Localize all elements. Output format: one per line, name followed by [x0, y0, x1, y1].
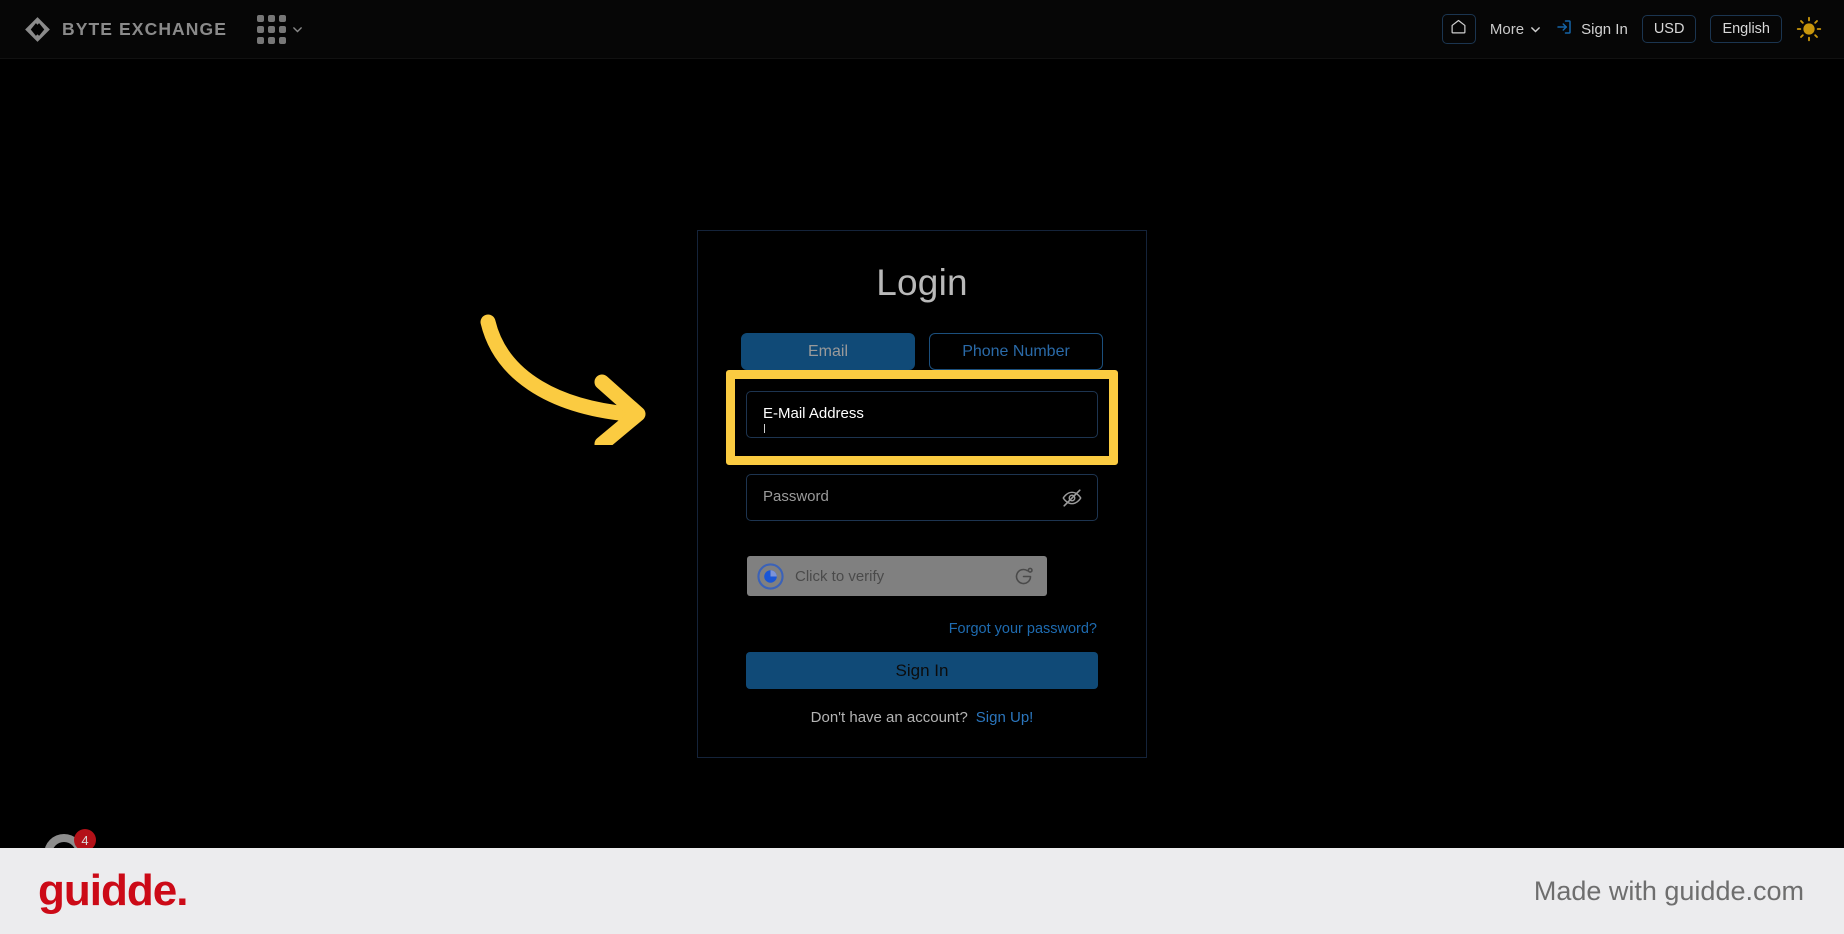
refresh-icon[interactable] — [1013, 566, 1034, 587]
eye-off-icon[interactable] — [1061, 487, 1083, 509]
page-title: Login — [876, 262, 968, 303]
diamond-code-logo-icon — [24, 16, 51, 43]
chevron-down-icon — [292, 24, 303, 35]
more-label: More — [1489, 20, 1525, 38]
sign-in-nav-button[interactable]: Sign In — [1555, 18, 1628, 40]
home-icon — [1450, 18, 1467, 40]
language-selector[interactable]: English — [1710, 15, 1782, 43]
tab-phone-number[interactable]: Phone Number — [929, 333, 1103, 370]
email-field-label: E-Mail Address — [763, 405, 864, 422]
sign-in-submit-button[interactable]: Sign In — [746, 652, 1098, 689]
sign-in-nav-label: Sign In — [1581, 20, 1628, 38]
curved-arrow-icon — [478, 310, 693, 452]
brand[interactable]: BYTE EXCHANGE — [24, 16, 227, 43]
login-method-tabs: Email Phone Number — [741, 333, 1103, 370]
made-with-label: Made with guidde.com — [1533, 875, 1804, 906]
captcha-verify-widget[interactable]: Click to verify — [747, 556, 1047, 596]
theme-toggle-button[interactable] — [1796, 16, 1822, 42]
password-field-label: Password — [763, 488, 829, 505]
sign-up-link[interactable]: Sign Up! — [976, 709, 1034, 726]
more-menu[interactable]: More — [1490, 21, 1541, 38]
captcha-label: Click to verify — [795, 567, 885, 585]
page-root: BYTE EXCHANGE More Sign In USD English L… — [0, 0, 1844, 934]
apps-grid-menu[interactable] — [257, 14, 303, 44]
guidde-logo: guidde. — [38, 866, 188, 915]
signup-prompt: Don't have an account? — [810, 709, 968, 726]
home-button[interactable] — [1441, 14, 1476, 44]
apps-grid-icon — [257, 14, 287, 44]
email-field[interactable]: E-Mail Address — [746, 391, 1098, 438]
header-nav: More Sign In USD English — [1441, 14, 1822, 44]
login-card: Login Email Phone Number E-Mail Address … — [697, 230, 1147, 758]
sign-in-icon — [1555, 18, 1573, 40]
captcha-orb-icon — [757, 562, 784, 590]
chat-badge-count: 4 — [81, 833, 88, 848]
text-caret — [764, 424, 765, 433]
brand-name: BYTE EXCHANGE — [62, 18, 228, 39]
forgot-password-link[interactable]: Forgot your password? — [949, 621, 1097, 637]
password-field[interactable]: Password — [746, 474, 1098, 521]
tab-email[interactable]: Email — [741, 333, 915, 370]
signup-row: Don't have an account? Sign Up! — [811, 709, 1034, 726]
currency-selector[interactable]: USD — [1641, 15, 1697, 43]
top-header: BYTE EXCHANGE More Sign In USD English — [0, 0, 1844, 59]
guidde-footer: guidde. Made with guidde.com — [0, 848, 1844, 934]
chevron-down-icon — [1530, 24, 1541, 35]
